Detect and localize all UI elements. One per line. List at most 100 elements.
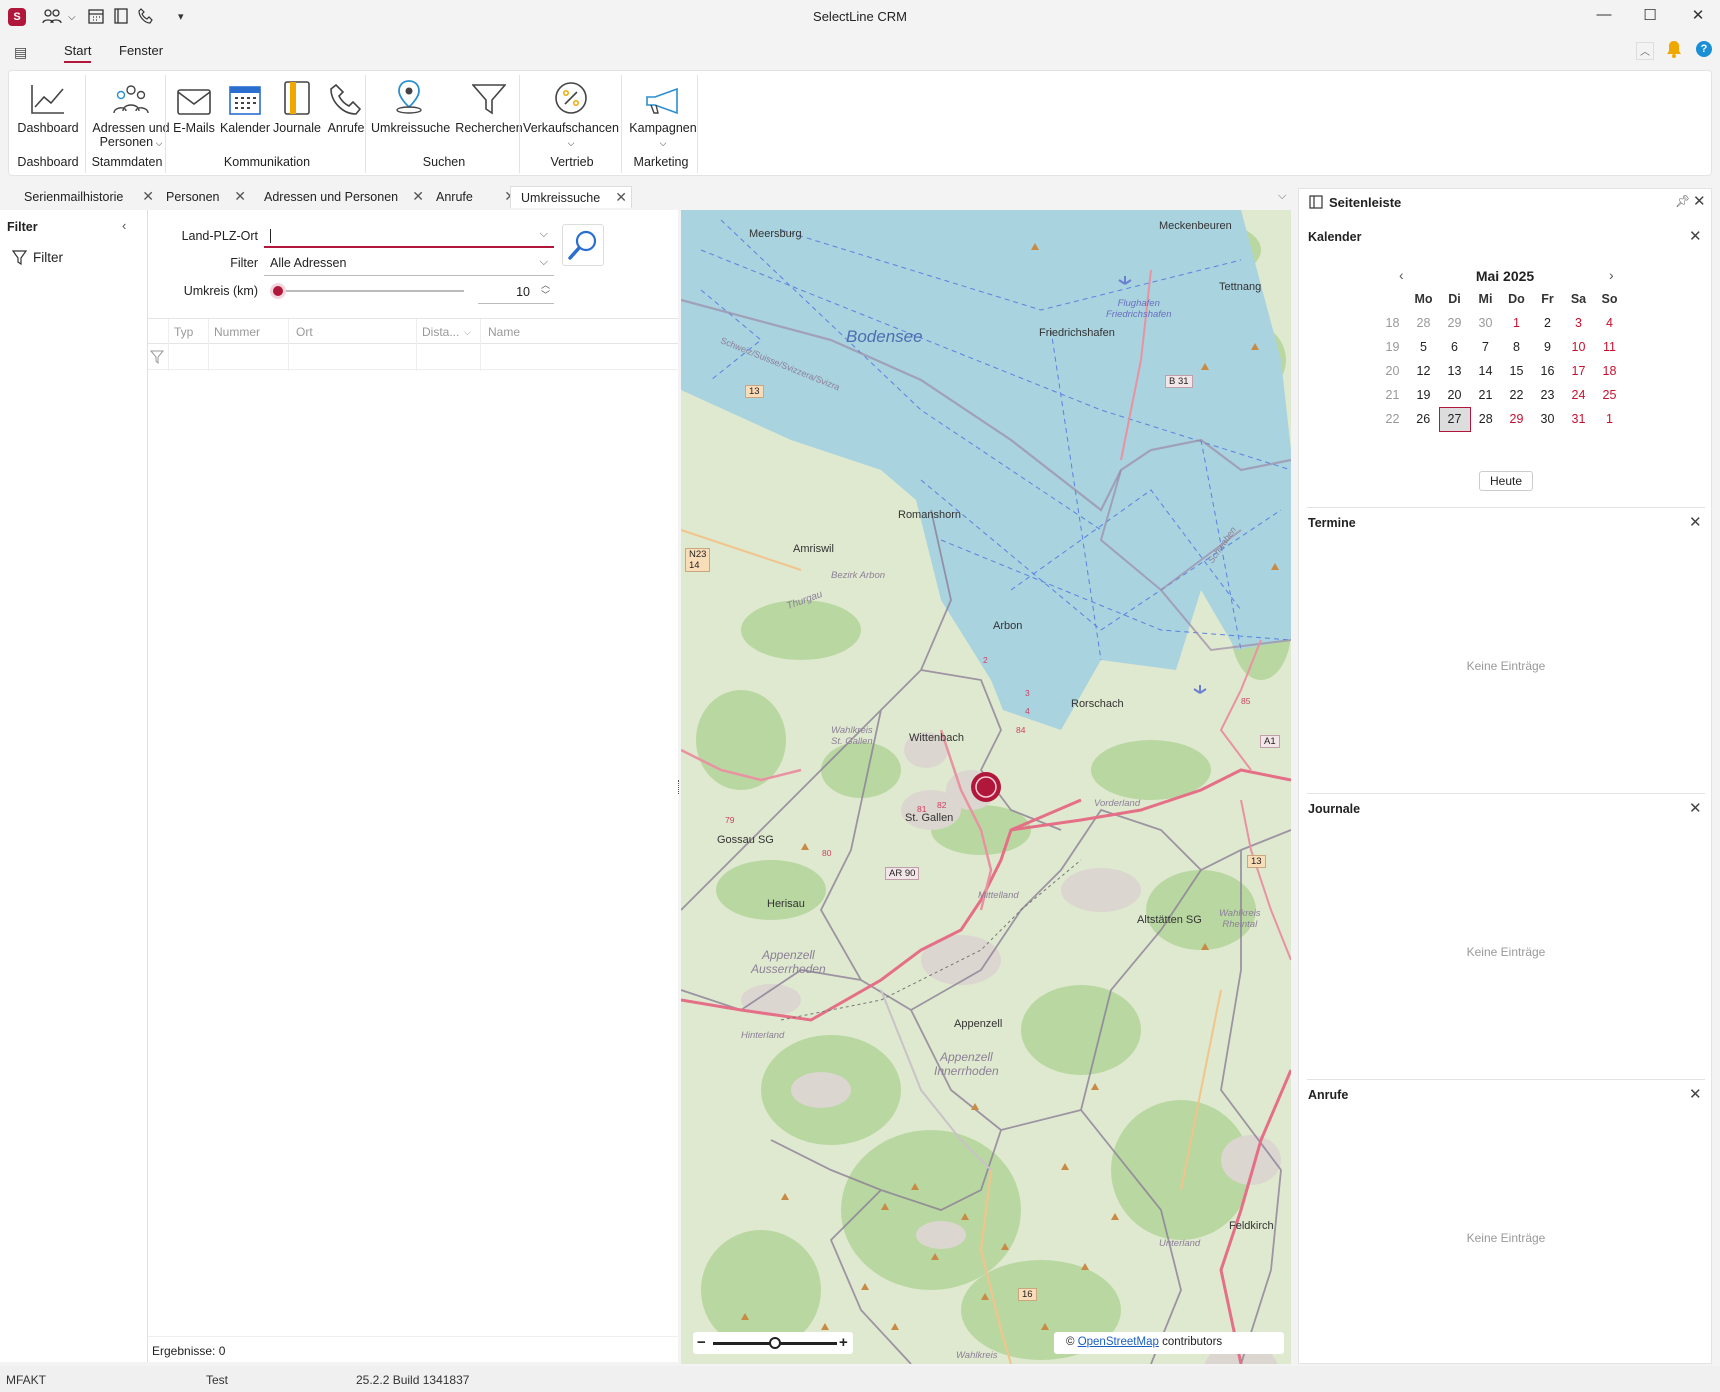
- calendar-day[interactable]: 24: [1563, 383, 1594, 407]
- calendar-day[interactable]: 7: [1470, 335, 1501, 359]
- calendar-day[interactable]: 8: [1501, 335, 1532, 359]
- calendar-day[interactable]: 27: [1438, 406, 1471, 432]
- calendar-day[interactable]: 23: [1532, 383, 1563, 407]
- calendar-day[interactable]: 21: [1470, 383, 1501, 407]
- bell-icon[interactable]: [1666, 40, 1682, 61]
- close-termine-icon[interactable]: ✕: [1689, 513, 1702, 531]
- journale-button[interactable]: Journale: [271, 79, 323, 135]
- verkaufschancen-button[interactable]: Verkaufschancen ⌵: [523, 79, 619, 150]
- kampagnen-button[interactable]: Kampagnen ⌵: [625, 79, 701, 150]
- calendar-day[interactable]: 13: [1439, 359, 1470, 383]
- spinner-arrows-icon[interactable]: ︿ ﹀: [541, 280, 550, 300]
- close-anrufe-icon[interactable]: ✕: [1689, 1085, 1702, 1103]
- column-typ[interactable]: Typ: [174, 325, 193, 339]
- calendar-day[interactable]: 15: [1501, 359, 1532, 383]
- emails-button[interactable]: E-Mails: [169, 79, 219, 135]
- app-menu-icon[interactable]: ▤: [14, 44, 27, 61]
- calendar-day[interactable]: 19: [1408, 383, 1439, 407]
- openstreetmap-link[interactable]: OpenStreetMap: [1078, 1336, 1159, 1348]
- close-button[interactable]: ✕: [1686, 6, 1710, 28]
- adressen-button[interactable]: Adressen und Personen ⌵: [85, 79, 177, 150]
- zoom-in-button[interactable]: +: [839, 1334, 848, 1351]
- anrufe-button[interactable]: Anrufe: [321, 79, 371, 135]
- column-distanz[interactable]: Dista...: [422, 325, 459, 339]
- calendar-day[interactable]: 29: [1501, 407, 1532, 431]
- map-tiles[interactable]: [681, 210, 1291, 1364]
- calendar-day[interactable]: 10: [1563, 335, 1594, 359]
- calendar-month[interactable]: Mai 2025: [1465, 268, 1545, 284]
- close-sidebar-icon[interactable]: ✕: [1693, 192, 1706, 210]
- calendar-day[interactable]: 12: [1408, 359, 1439, 383]
- help-icon[interactable]: ?: [1696, 41, 1712, 57]
- calendar-day[interactable]: 20: [1439, 383, 1470, 407]
- tab-adressen-und-personen[interactable]: Adressen und Personen ✕: [252, 186, 424, 208]
- grid-filter-row[interactable]: [148, 344, 678, 370]
- close-kalender-icon[interactable]: ✕: [1689, 227, 1702, 245]
- filter-item[interactable]: Filter: [12, 250, 63, 265]
- tab-anrufe[interactable]: Anrufe✕: [428, 186, 516, 208]
- land-plz-ort-input[interactable]: ⌵: [264, 224, 554, 248]
- chevron-down-icon[interactable]: ⌵: [540, 228, 548, 241]
- column-nummer[interactable]: Nummer: [214, 325, 260, 339]
- next-month-icon[interactable]: ›: [1609, 267, 1614, 283]
- map-view[interactable]: Meersburg Meckenbeuren Tettnang Flughafe…: [681, 210, 1291, 1364]
- close-journale-icon[interactable]: ✕: [1689, 799, 1702, 817]
- minimize-button[interactable]: —: [1592, 6, 1616, 28]
- close-icon[interactable]: ✕: [142, 188, 154, 205]
- calendar-day[interactable]: 6: [1439, 335, 1470, 359]
- calendar-day[interactable]: 30: [1470, 311, 1501, 335]
- zoom-slider-handle[interactable]: [769, 1337, 781, 1349]
- calendar-day[interactable]: 31: [1563, 407, 1594, 431]
- calendar-day[interactable]: 5: [1408, 335, 1439, 359]
- filter-select[interactable]: Alle Adressen ⌵: [264, 252, 554, 276]
- column-ort[interactable]: Ort: [296, 325, 313, 339]
- close-icon[interactable]: ✕: [234, 188, 246, 205]
- sort-chevron-icon[interactable]: ⌵: [464, 327, 471, 338]
- calendar-day[interactable]: 26: [1408, 407, 1439, 431]
- tab-umkreissuche[interactable]: Umkreissuche ✕: [510, 186, 632, 208]
- maximize-button[interactable]: ☐: [1638, 6, 1662, 28]
- collapse-ribbon-button[interactable]: ︿: [1636, 42, 1654, 60]
- calendar-day[interactable]: 3: [1563, 311, 1594, 335]
- calendar-day[interactable]: 16: [1532, 359, 1563, 383]
- calendar-day[interactable]: 1: [1594, 407, 1625, 431]
- calendar-day[interactable]: 18: [1594, 359, 1625, 383]
- calendar-day[interactable]: 9: [1532, 335, 1563, 359]
- filter-panel: Filter ‹ Filter: [0, 210, 148, 1362]
- tab-serienmailhistorie[interactable]: Serienmailhistorie ✕: [10, 186, 154, 208]
- kalender-button[interactable]: Kalender: [217, 79, 273, 135]
- calendar-day[interactable]: 30: [1532, 407, 1563, 431]
- recherchen-button[interactable]: Recherchen: [449, 79, 529, 135]
- calendar-day[interactable]: 22: [1501, 383, 1532, 407]
- close-icon[interactable]: ✕: [615, 189, 627, 206]
- calendar-day[interactable]: 25: [1594, 383, 1625, 407]
- prev-month-icon[interactable]: ‹: [1399, 267, 1404, 283]
- umkreissuche-button[interactable]: Umkreissuche: [371, 79, 450, 135]
- map-label-gossau: Gossau SG: [717, 834, 774, 846]
- calendar-day[interactable]: 14: [1470, 359, 1501, 383]
- calendar-day[interactable]: 17: [1563, 359, 1594, 383]
- calendar-day[interactable]: 4: [1594, 311, 1625, 335]
- calendar-day[interactable]: 2: [1532, 311, 1563, 335]
- umkreis-spinner[interactable]: 10 ︿ ﹀: [478, 280, 554, 304]
- tab-start[interactable]: Start: [64, 43, 92, 63]
- close-icon[interactable]: ✕: [412, 188, 424, 205]
- tab-personen[interactable]: Personen ✕: [156, 186, 246, 208]
- tab-fenster[interactable]: Fenster: [119, 43, 163, 58]
- collapse-filter-chevron-icon[interactable]: ‹: [122, 218, 126, 233]
- calendar-day[interactable]: 11: [1594, 335, 1625, 359]
- column-name[interactable]: Name: [488, 325, 520, 339]
- calendar-day[interactable]: 29: [1439, 311, 1470, 335]
- tabs-overflow-chevron-icon[interactable]: ⌵: [1278, 190, 1286, 203]
- calendar-day[interactable]: 28: [1408, 311, 1439, 335]
- umkreis-slider[interactable]: [270, 290, 464, 292]
- search-button[interactable]: [562, 224, 604, 266]
- heute-button[interactable]: Heute: [1479, 471, 1533, 491]
- calendar-day[interactable]: 28: [1470, 407, 1501, 431]
- calendar-day[interactable]: 1: [1501, 311, 1532, 335]
- zoom-out-button[interactable]: −: [697, 1334, 706, 1351]
- dashboard-button[interactable]: Dashboard: [13, 79, 83, 135]
- pin-icon[interactable]: 📌︎: [1675, 194, 1690, 208]
- umkreis-slider-handle[interactable]: [270, 283, 286, 299]
- chevron-down-icon[interactable]: ⌵: [540, 256, 548, 269]
